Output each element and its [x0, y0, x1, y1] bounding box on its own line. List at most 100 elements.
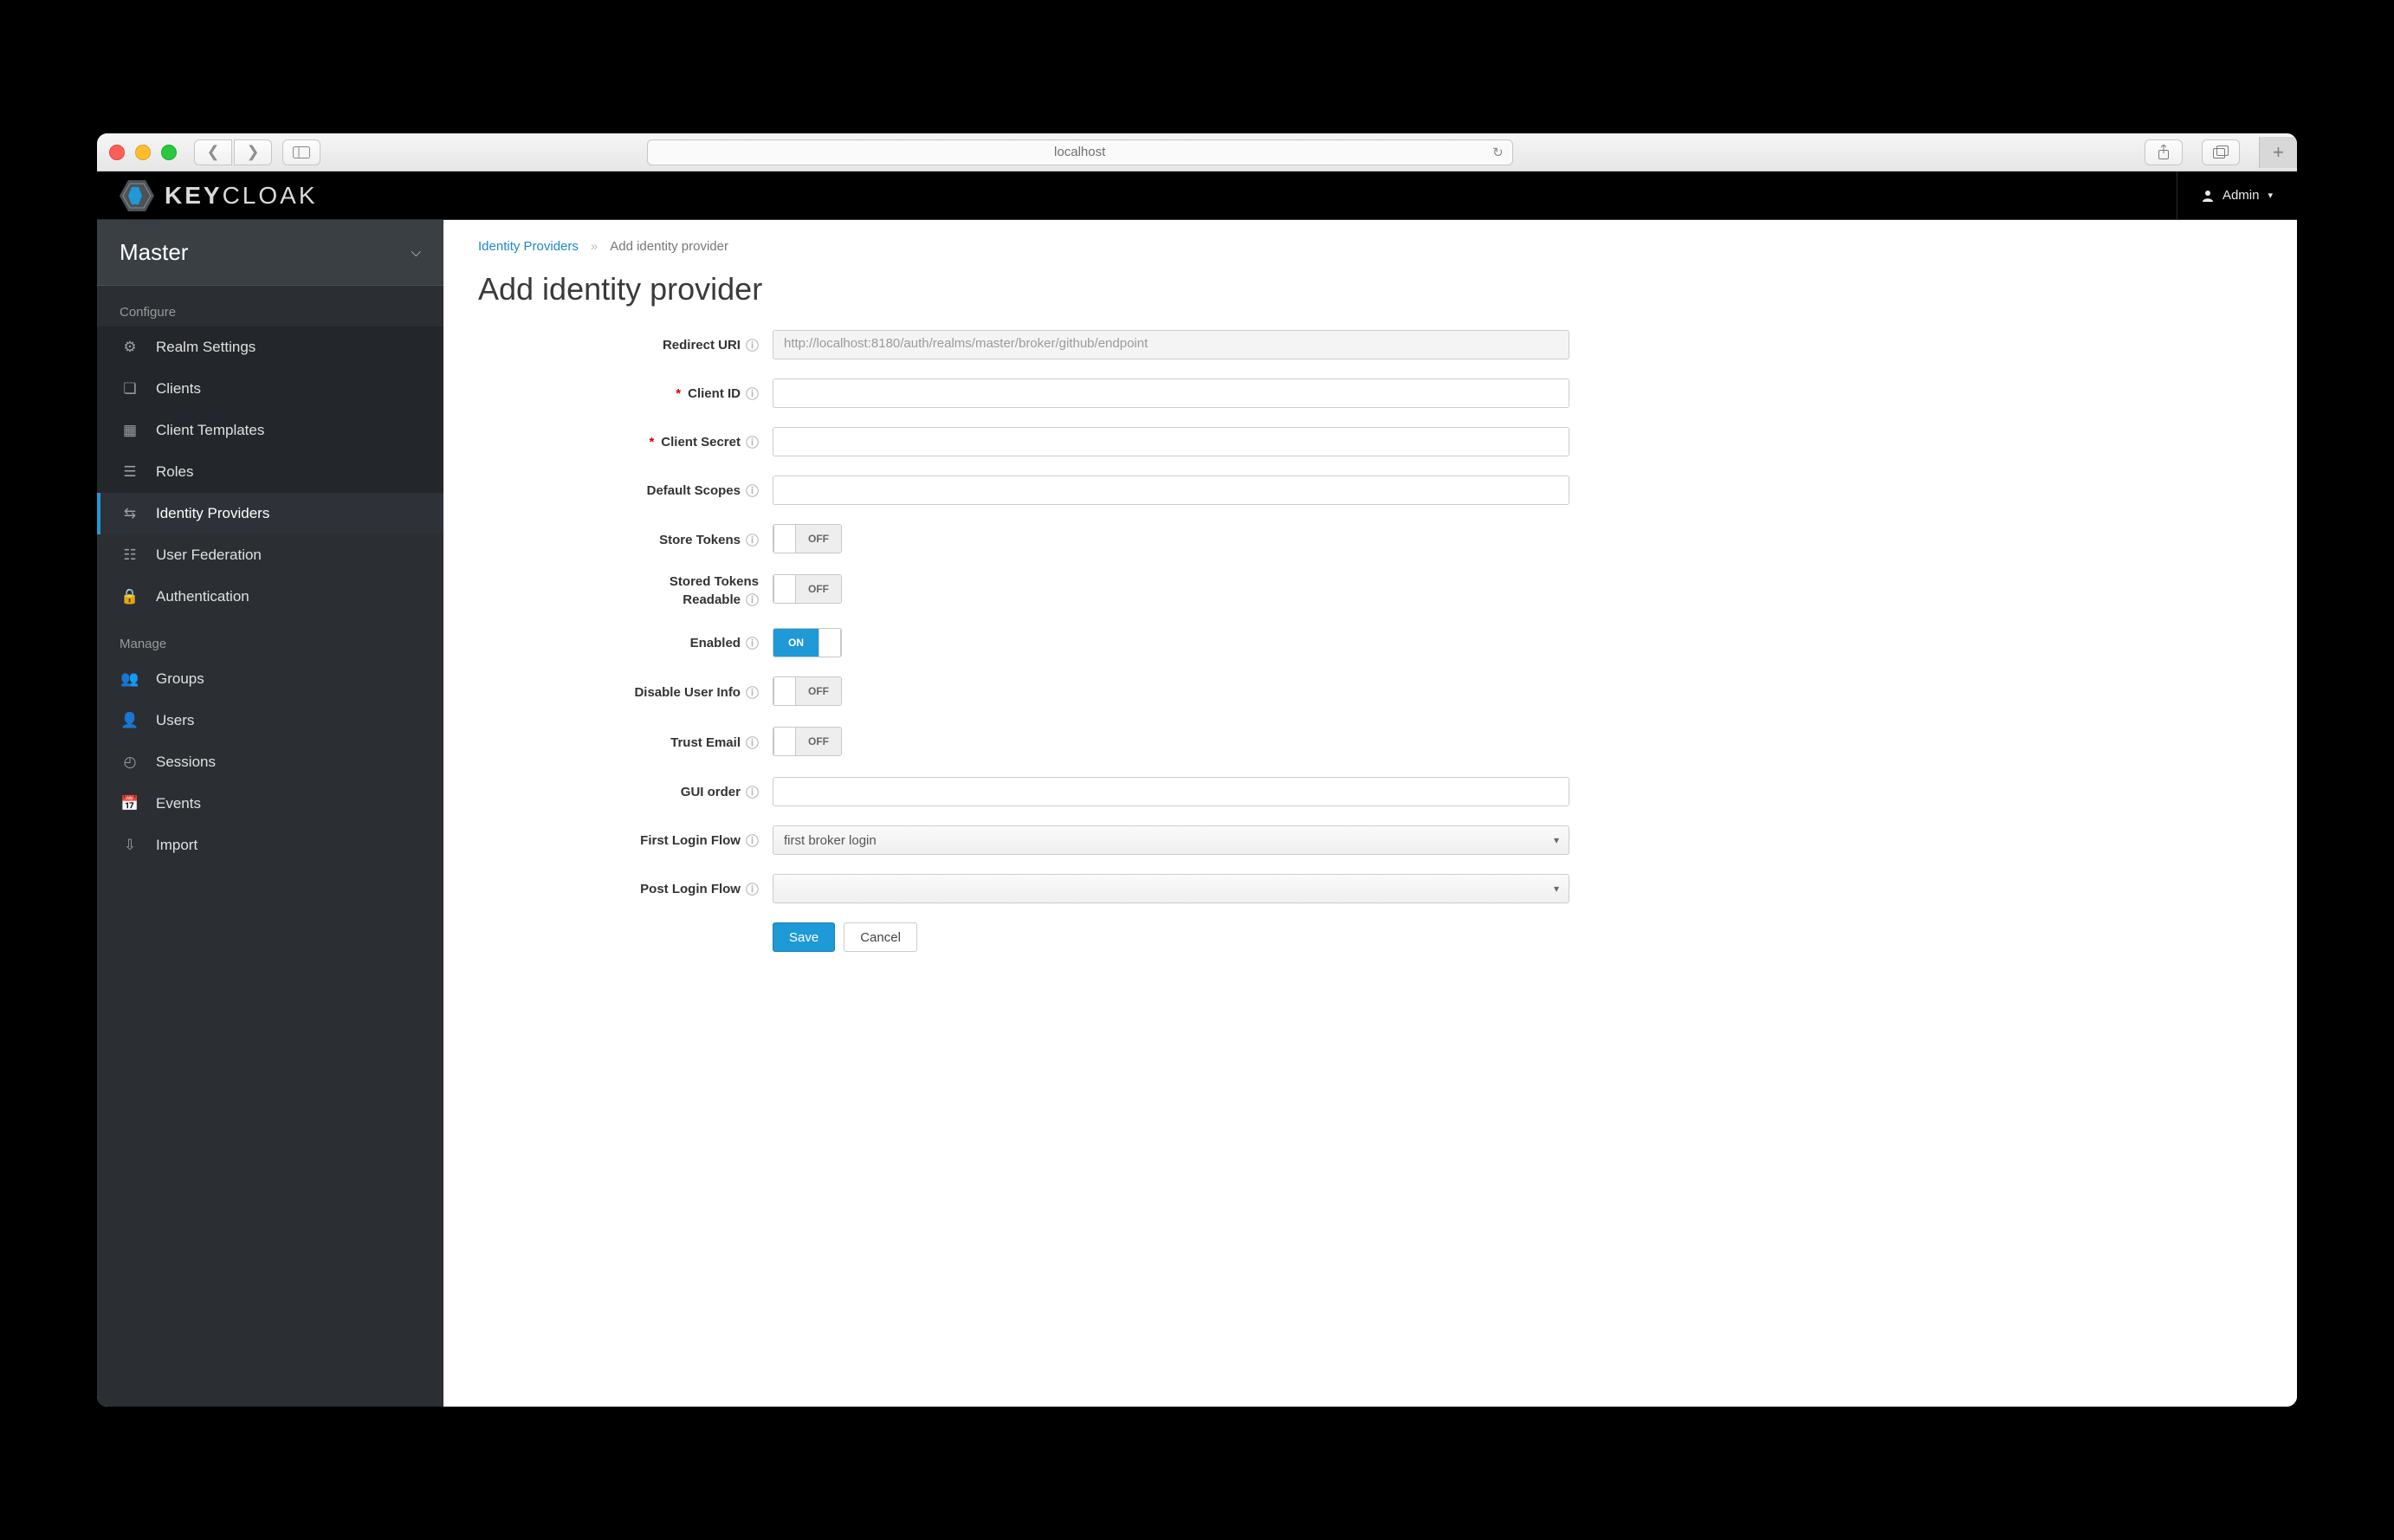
sliders-icon: ⚙: [120, 339, 140, 356]
help-icon[interactable]: ⓘ: [746, 783, 759, 801]
toggle-handle: [773, 728, 796, 755]
address-bar[interactable]: localhost ↻: [647, 139, 1513, 165]
label-stored-tokens-readable-2: Readable: [683, 592, 741, 607]
realm-selector[interactable]: Master ⌵: [97, 220, 443, 286]
help-icon[interactable]: ⓘ: [746, 831, 759, 850]
save-button[interactable]: Save: [773, 922, 835, 952]
brand[interactable]: KEYCLOAK: [97, 180, 340, 211]
label-gui-order: GUI order: [681, 785, 741, 799]
disable-user-info-toggle[interactable]: OFF: [773, 676, 842, 706]
help-icon[interactable]: ⓘ: [746, 336, 759, 354]
sidebar-item-authentication[interactable]: 🔒Authentication: [97, 576, 443, 618]
sidebar-item-label: Roles: [156, 463, 193, 481]
toggle-off-label: OFF: [796, 575, 841, 603]
help-icon[interactable]: ⓘ: [746, 591, 759, 609]
help-icon[interactable]: ⓘ: [746, 385, 759, 403]
realm-name: Master: [120, 239, 188, 266]
toggle-handle: [773, 525, 796, 553]
help-icon[interactable]: ⓘ: [746, 683, 759, 702]
help-icon[interactable]: ⓘ: [746, 531, 759, 549]
trust-email-toggle[interactable]: OFF: [773, 727, 842, 756]
new-tab-button[interactable]: +: [2259, 137, 2297, 168]
toggle-on-label: ON: [773, 629, 818, 657]
sidebar-item-groups[interactable]: 👥 Groups: [97, 658, 443, 700]
help-icon[interactable]: ⓘ: [746, 433, 759, 451]
breadcrumb: Identity Providers » Add identity provid…: [478, 239, 2262, 254]
user-menu[interactable]: Admin ▾: [2177, 171, 2297, 219]
nav-buttons: ❮ ❯: [194, 139, 272, 165]
brand-text-2: CLOAK: [223, 182, 318, 209]
back-button[interactable]: ❮: [194, 139, 232, 165]
forward-button[interactable]: ❯: [234, 139, 272, 165]
required-marker: *: [649, 435, 654, 450]
sidebar-item-label: User Federation: [156, 547, 262, 564]
sidebar-item-label: Groups: [156, 670, 204, 688]
toggle-off-label: OFF: [796, 677, 841, 705]
store-tokens-toggle[interactable]: OFF: [773, 524, 842, 553]
identity-provider-form: Redirect URIⓘ http://localhost:8180/auth…: [478, 330, 1569, 952]
toolbar-right: [2145, 139, 2250, 165]
first-login-flow-select[interactable]: first broker login: [773, 825, 1569, 855]
sidebar-item-label: Users: [156, 712, 194, 729]
share-button[interactable]: [2145, 139, 2183, 165]
gui-order-input[interactable]: [773, 777, 1569, 806]
sidebar-item-import[interactable]: ⇩Import: [97, 825, 443, 866]
close-window-icon[interactable]: [109, 145, 125, 160]
tabs-button[interactable]: [2202, 139, 2240, 165]
minimize-window-icon[interactable]: [135, 145, 151, 160]
help-icon[interactable]: ⓘ: [746, 880, 759, 898]
cancel-button[interactable]: Cancel: [844, 922, 917, 952]
stored-tokens-readable-toggle[interactable]: OFF: [773, 574, 842, 604]
client-id-input[interactable]: [773, 379, 1569, 408]
users-icon: 👥: [120, 670, 140, 688]
sidebar-item-user-federation[interactable]: ☷User Federation: [97, 534, 443, 576]
help-icon[interactable]: ⓘ: [746, 634, 759, 652]
sidebar-toggle-button[interactable]: [282, 139, 320, 165]
brand-text-1: KEY: [165, 182, 223, 209]
label-trust-email: Trust Email: [670, 735, 741, 750]
sidebar: Master ⌵ Configure ⚙ Realm Settings ❏Clie…: [97, 220, 443, 1407]
sidebar-item-realm-settings[interactable]: ⚙ Realm Settings: [97, 327, 443, 368]
sidebar-item-roles[interactable]: ☰Roles: [97, 451, 443, 493]
user-label: Admin: [2223, 188, 2260, 203]
breadcrumb-current: Add identity provider: [610, 239, 728, 254]
zoom-window-icon[interactable]: [161, 145, 177, 160]
help-icon[interactable]: ⓘ: [746, 734, 759, 752]
reload-icon[interactable]: ↻: [1492, 145, 1504, 160]
label-stored-tokens-readable-1: Stored Tokens: [670, 574, 759, 589]
browser-window: ❮ ❯ localhost ↻ + KEYCLOAK: [97, 133, 2297, 1407]
label-post-login-flow: Post Login Flow: [640, 882, 741, 896]
user-icon: [2202, 190, 2214, 202]
sidebar-item-events[interactable]: 📅Events: [97, 783, 443, 825]
client-secret-input[interactable]: [773, 427, 1569, 456]
toggle-handle: [773, 677, 796, 705]
lock-icon: 🔒: [120, 588, 140, 605]
tabs-icon: [2213, 146, 2229, 159]
label-client-id: Client ID: [688, 386, 741, 401]
sidebar-item-label: Realm Settings: [156, 339, 256, 356]
required-marker: *: [676, 386, 681, 401]
toggle-handle: [773, 575, 796, 603]
url-text: localhost: [1054, 145, 1105, 159]
sidebar-item-label: Clients: [156, 380, 201, 398]
label-client-secret: Client Secret: [661, 435, 741, 450]
user-icon: 👤: [120, 712, 140, 729]
breadcrumb-separator-icon: »: [591, 239, 598, 254]
default-scopes-input[interactable]: [773, 476, 1569, 505]
panel-icon: [293, 146, 310, 159]
help-icon[interactable]: ⓘ: [746, 482, 759, 500]
section-manage: Manage: [97, 618, 443, 658]
enabled-toggle[interactable]: ON: [773, 628, 842, 657]
sidebar-item-client-templates[interactable]: ▦Client Templates: [97, 410, 443, 451]
post-login-flow-select[interactable]: [773, 874, 1569, 903]
sidebar-item-identity-providers[interactable]: ⇆Identity Providers: [97, 493, 443, 534]
nav-configure: ⚙ Realm Settings ❏Clients ▦Client Templat…: [97, 327, 443, 618]
main-content: Identity Providers » Add identity provid…: [443, 220, 2297, 1407]
window-controls: [109, 145, 177, 160]
breadcrumb-root[interactable]: Identity Providers: [478, 239, 579, 254]
sidebar-item-users[interactable]: 👤 Users: [97, 700, 443, 741]
sidebar-item-sessions[interactable]: ◴Sessions: [97, 741, 443, 783]
sidebar-item-label: Events: [156, 795, 201, 812]
sidebar-item-clients[interactable]: ❏Clients: [97, 368, 443, 410]
section-configure: Configure: [97, 286, 443, 327]
